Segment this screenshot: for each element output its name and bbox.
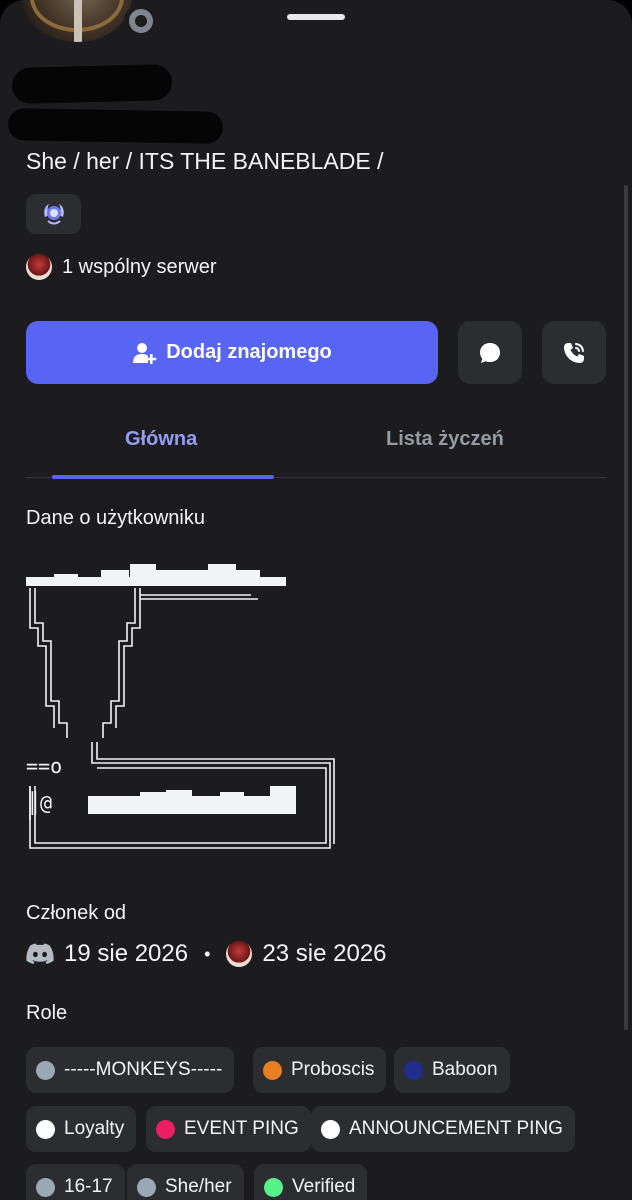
role-color-dot [156, 1119, 175, 1139]
role-color-dot [137, 1177, 156, 1197]
ascii-text-line: ==o [26, 754, 62, 778]
role-color-dot [404, 1060, 423, 1080]
roles-title: Role [26, 1002, 68, 1024]
profile-sheet: She / her / ITS THE BANEBLADE / 1 wspóln… [0, 0, 632, 1200]
role-chip[interactable]: EVENT PING [146, 1106, 311, 1152]
role-name: Baboon [432, 1059, 498, 1080]
role-color-dot [321, 1119, 340, 1139]
redacted-username [7, 108, 224, 144]
message-button[interactable] [458, 321, 522, 384]
role-name: Proboscis [291, 1059, 375, 1080]
mutual-servers-label: 1 wspólny serwer [62, 255, 217, 278]
role-name: Loyalty [64, 1118, 125, 1139]
role-color-dot [264, 1177, 283, 1197]
role-color-dot [36, 1177, 55, 1197]
server-icon [26, 254, 52, 280]
redacted-display-name [11, 63, 173, 105]
avatar-blade [74, 0, 82, 42]
role-chip[interactable]: Proboscis [253, 1047, 387, 1093]
server-icon [226, 941, 253, 967]
role-name: -----MONKEYS----- [64, 1059, 223, 1080]
role-color-dot [263, 1060, 282, 1080]
active-tab-indicator [52, 475, 274, 479]
tab-main[interactable]: Główna [125, 428, 197, 451]
about-me-title: Dane o użytkowniku [26, 507, 205, 529]
server-join-date: 23 sie 2026 [262, 940, 387, 967]
add-friend-button[interactable]: Dodaj znajomego [26, 321, 438, 384]
member-since-title: Członek od [26, 902, 127, 924]
phone-icon [564, 342, 584, 363]
profile-badge[interactable] [26, 194, 81, 234]
role-name: EVENT PING [184, 1118, 299, 1139]
role-chip[interactable]: Verified [254, 1164, 368, 1200]
tab-wishlist[interactable]: Lista życzeń [386, 428, 504, 451]
role-name: Verified [292, 1176, 356, 1197]
role-chip[interactable]: ANNOUNCEMENT PING [311, 1106, 575, 1152]
nitro-badge-icon [43, 204, 64, 225]
avatar[interactable] [22, 0, 132, 42]
member-since-row: 19 sie 2026 • 23 sie 2026 [26, 940, 387, 968]
role-chip[interactable]: Loyalty [26, 1106, 137, 1152]
scrollbar[interactable] [624, 185, 628, 1030]
role-name: ANNOUNCEMENT PING [349, 1118, 563, 1139]
voice-call-button[interactable] [542, 321, 606, 384]
role-chip[interactable]: -----MONKEYS----- [26, 1047, 235, 1093]
drag-handle[interactable] [287, 14, 345, 20]
date-separator: • [204, 943, 211, 964]
role-color-dot [36, 1060, 55, 1080]
add-friend-label: Dodaj znajomego [166, 341, 332, 363]
role-color-dot [36, 1119, 55, 1139]
status-indicator [124, 4, 158, 38]
role-name: 16-17 [64, 1176, 113, 1197]
pronouns: She / her / ITS THE BANEBLADE / [26, 148, 384, 174]
about-me-ascii-art: ==o ║@ [26, 564, 335, 849]
message-icon [480, 342, 500, 363]
role-name: She/her [165, 1176, 232, 1197]
add-friend-icon [133, 342, 157, 364]
ascii-text-line: ║@ [28, 791, 52, 815]
discord-join-date: 19 sie 2026 [64, 940, 189, 967]
offline-status-icon [129, 9, 153, 33]
role-chip[interactable]: 16-17 [26, 1164, 125, 1200]
discord-icon [26, 943, 54, 964]
profile-tabs: Główna Lista życzeń [26, 410, 606, 479]
role-chip[interactable]: Baboon [394, 1047, 510, 1093]
mutual-servers[interactable]: 1 wspólny serwer [26, 254, 217, 280]
role-chip[interactable]: She/her [127, 1164, 244, 1200]
